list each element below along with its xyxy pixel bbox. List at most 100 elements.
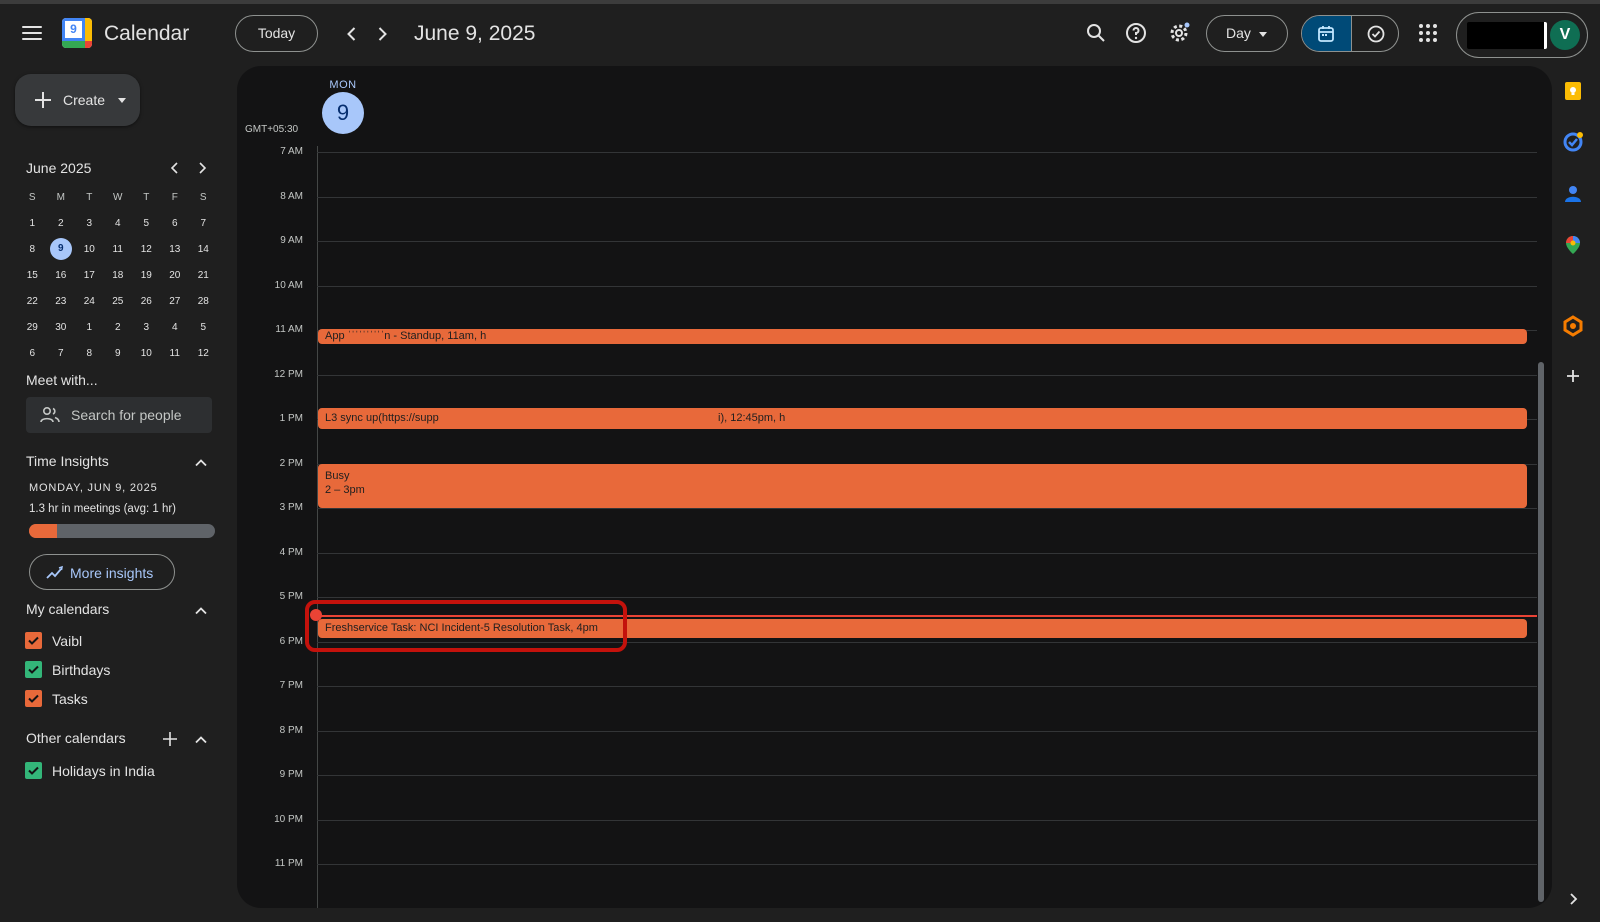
account-switcher[interactable]: V	[1456, 12, 1588, 58]
chevron-left-icon	[170, 162, 178, 174]
add-other-calendar-button[interactable]	[162, 731, 178, 747]
chevron-right-icon	[199, 162, 207, 174]
tasks-button[interactable]	[1562, 131, 1584, 153]
view-switcher-button[interactable]: Day	[1206, 15, 1288, 52]
calendar-checkbox[interactable]	[25, 632, 42, 649]
search-icon	[1087, 24, 1105, 42]
mini-calendar-weekday: W	[113, 191, 123, 203]
mini-calendar-day[interactable]: 17	[75, 270, 104, 281]
avatar[interactable]: V	[1550, 20, 1580, 50]
mini-calendar-day[interactable]: 12	[189, 348, 218, 359]
view-label: Day	[1226, 25, 1251, 41]
mini-calendar-prev-button[interactable]	[165, 158, 185, 178]
mini-calendar-day[interactable]: 20	[161, 270, 190, 281]
mini-calendar-day[interactable]: 13	[161, 244, 190, 255]
mini-calendar-day[interactable]: 10	[75, 244, 104, 255]
mini-calendar-day[interactable]: 25	[104, 296, 133, 307]
event-busy-title: Busy	[325, 470, 350, 482]
more-insights-button[interactable]: More insights	[29, 554, 175, 590]
mini-calendar-day[interactable]: 19	[132, 270, 161, 281]
help-button[interactable]	[1124, 21, 1148, 45]
day-number-button[interactable]: 9	[322, 92, 364, 134]
mini-calendar-weekday: F	[171, 191, 178, 203]
mini-calendar-day[interactable]: 2	[104, 322, 133, 333]
mini-calendar-day[interactable]: 7	[189, 218, 218, 229]
mini-calendar-day[interactable]: 16	[47, 270, 76, 281]
mini-calendar-day[interactable]: 11	[161, 348, 190, 359]
mini-calendar-day[interactable]: 6	[18, 348, 47, 359]
plus-icon	[163, 732, 177, 746]
mini-calendar-day[interactable]: 15	[18, 270, 47, 281]
create-button[interactable]: Create	[15, 74, 140, 126]
calendar-checkbox[interactable]	[25, 762, 42, 779]
maps-button[interactable]	[1562, 234, 1584, 256]
google-apps-button[interactable]	[1416, 21, 1440, 45]
mini-calendar-day[interactable]: 4	[104, 218, 133, 229]
mini-calendar-day[interactable]: 24	[75, 296, 104, 307]
create-label: Create	[63, 92, 106, 108]
mini-calendar-day[interactable]: 21	[189, 270, 218, 281]
mini-calendar-day[interactable]: 18	[104, 270, 133, 281]
today-button[interactable]: Today	[235, 15, 318, 52]
event-standup[interactable]: App ˈˈˈˈˈˈˈˈˈˈn - Standup, 11am, h	[318, 329, 1527, 344]
keep-button[interactable]	[1562, 80, 1584, 102]
mini-calendar-day[interactable]: 8	[75, 348, 104, 359]
mini-calendar-day[interactable]: 30	[47, 322, 76, 333]
mini-calendar-day[interactable]: 26	[132, 296, 161, 307]
hour-label: 6 PM	[279, 635, 303, 647]
collapse-my-calendars-button[interactable]	[193, 603, 209, 619]
collapse-time-insights-button[interactable]	[193, 455, 209, 471]
search-people-input[interactable]: Search for people	[26, 397, 212, 433]
calendar-name: Holidays in India	[52, 763, 155, 779]
calendar-view-toggle[interactable]	[1302, 16, 1351, 51]
addon-button[interactable]	[1562, 315, 1584, 337]
mini-calendar-day[interactable]: 12	[132, 244, 161, 255]
collapse-other-calendars-button[interactable]	[193, 732, 209, 748]
mini-calendar-day[interactable]: 27	[161, 296, 190, 307]
settings-button[interactable]	[1167, 21, 1191, 45]
calendar-checkbox[interactable]	[25, 661, 42, 678]
menu-icon[interactable]	[22, 22, 42, 46]
mini-calendar-day[interactable]: 3	[75, 218, 104, 229]
mini-calendar-day[interactable]: 7	[47, 348, 76, 359]
mini-calendar-day[interactable]: 1	[75, 322, 104, 333]
mini-calendar-day[interactable]: 1	[18, 218, 47, 229]
plus-icon	[35, 92, 51, 108]
hour-label: 10 PM	[274, 813, 303, 825]
event-l3-sync[interactable]: L3 sync up(https://supp i), 12:45pm, h	[318, 408, 1527, 429]
caret-down-icon	[1259, 32, 1267, 37]
vertical-scrollbar[interactable]	[1538, 362, 1544, 902]
chevron-up-icon	[195, 607, 207, 615]
mini-calendar-day[interactable]: 8	[18, 244, 47, 255]
mini-calendar-day[interactable]: 5	[189, 322, 218, 333]
other-calendars-title: Other calendars	[26, 730, 126, 746]
event-busy[interactable]: Busy 2 – 3pm	[318, 464, 1527, 508]
mini-calendar-day[interactable]: 14	[189, 244, 218, 255]
previous-day-button[interactable]	[340, 22, 364, 46]
mini-calendar-day[interactable]: 2	[47, 218, 76, 229]
mini-calendar-day[interactable]: 29	[18, 322, 47, 333]
next-day-button[interactable]	[370, 22, 394, 46]
contacts-button[interactable]	[1562, 183, 1584, 205]
mini-calendar-day[interactable]: 10	[132, 348, 161, 359]
mini-calendar-day[interactable]: 4	[161, 322, 190, 333]
chevron-up-icon	[195, 736, 207, 744]
search-button[interactable]	[1084, 21, 1108, 45]
get-addons-button[interactable]	[1562, 365, 1584, 387]
mini-calendar-day[interactable]: 22	[18, 296, 47, 307]
mini-calendar-day[interactable]: 28	[189, 296, 218, 307]
hour-gridline	[317, 374, 1537, 376]
show-side-panel-button[interactable]	[1562, 888, 1584, 910]
mini-calendar-day[interactable]: 6	[161, 218, 190, 229]
caret-down-icon	[118, 98, 126, 103]
calendar-checkbox[interactable]	[25, 690, 42, 707]
hour-gridline	[317, 686, 1537, 687]
tasks-view-toggle[interactable]	[1351, 16, 1398, 51]
mini-calendar-day[interactable]: 23	[47, 296, 76, 307]
mini-calendar-day[interactable]: 5	[132, 218, 161, 229]
mini-calendar-day[interactable]: 9	[47, 238, 76, 260]
mini-calendar-day[interactable]: 11	[104, 244, 133, 255]
mini-calendar-day[interactable]: 3	[132, 322, 161, 333]
mini-calendar-next-button[interactable]	[192, 158, 212, 178]
mini-calendar-day[interactable]: 9	[104, 348, 133, 359]
